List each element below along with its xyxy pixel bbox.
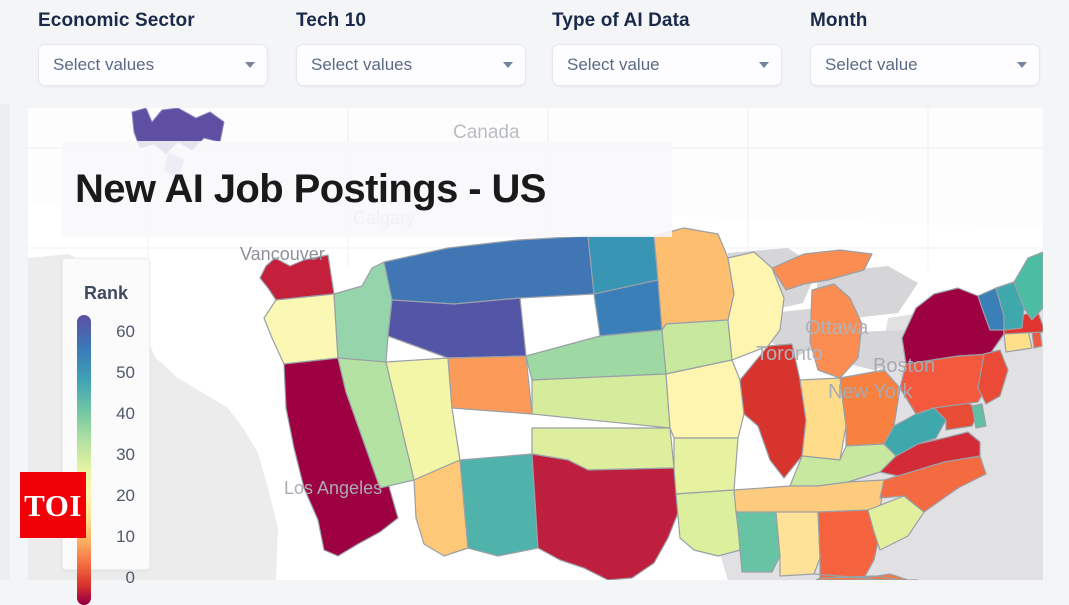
select-value-economic-sector: Select values <box>53 55 155 74</box>
select-economic-sector[interactable]: Select values <box>38 44 268 86</box>
place-label-los-angeles: Los Angeles <box>284 478 382 498</box>
place-label-ottawa: Ottawa <box>805 317 869 339</box>
filter-label-type-of-ai-data: Type of AI Data <box>552 10 690 31</box>
select-value-type-of-ai-data: Select value <box>567 55 660 74</box>
filter-label-tech-10: Tech 10 <box>296 10 367 31</box>
place-label-canada: Canada <box>453 122 520 143</box>
legend-tick: 10 <box>116 527 135 546</box>
legend-tick: 0 <box>125 568 135 587</box>
filter-tech-10: Tech 10 Select values <box>296 10 526 86</box>
select-value-tech-10: Select values <box>311 55 413 74</box>
legend-tick: 60 <box>116 322 135 341</box>
filter-economic-sector: Economic Sector Select values <box>38 10 268 86</box>
legend-tick-labels: 60 50 40 30 20 10 0 <box>97 305 143 595</box>
legend-tick: 30 <box>116 445 135 464</box>
region-AR[interactable] <box>673 437 739 495</box>
select-value-month: Select value <box>825 55 918 74</box>
region-MO[interactable] <box>665 359 745 439</box>
region-MN[interactable] <box>653 227 735 331</box>
region-NM[interactable] <box>459 453 539 557</box>
legend-tick: 20 <box>116 486 135 505</box>
place-label-toronto: Toronto <box>756 343 823 365</box>
place-label-boston: Boston <box>873 355 935 377</box>
region-CO[interactable] <box>447 355 533 415</box>
legend-tick: 40 <box>116 404 135 423</box>
legend-colorbar <box>77 315 91 605</box>
region-MS[interactable] <box>735 511 781 573</box>
select-month[interactable]: Select value <box>810 44 1040 86</box>
filter-month: Month Select value <box>810 10 1040 86</box>
legend-tick: 50 <box>116 363 135 382</box>
chevron-down-icon <box>245 62 255 68</box>
toi-watermark-logo: TOI <box>20 472 86 538</box>
toi-watermark-text: TOI <box>24 487 82 523</box>
filter-type-of-ai-data: Type of AI Data Select value <box>552 10 782 86</box>
filter-bar: Economic Sector Select values Tech 10 Se… <box>0 0 1069 104</box>
place-label-vancouver: Vancouver <box>240 244 325 264</box>
chevron-down-icon <box>1017 62 1027 68</box>
legend-title: Rank <box>83 283 128 303</box>
map-title-panel: New AI Job Postings - US <box>62 141 672 237</box>
filter-label-economic-sector: Economic Sector <box>38 10 195 31</box>
chevron-down-icon <box>503 62 513 68</box>
filter-label-month: Month <box>810 10 868 31</box>
page-title: New AI Job Postings - US <box>75 167 546 211</box>
select-type-of-ai-data[interactable]: Select value <box>552 44 782 86</box>
chevron-down-icon <box>759 62 769 68</box>
region-AL[interactable] <box>775 511 821 577</box>
place-label-new-york: New York <box>828 381 913 403</box>
select-tech-10[interactable]: Select values <box>296 44 526 86</box>
